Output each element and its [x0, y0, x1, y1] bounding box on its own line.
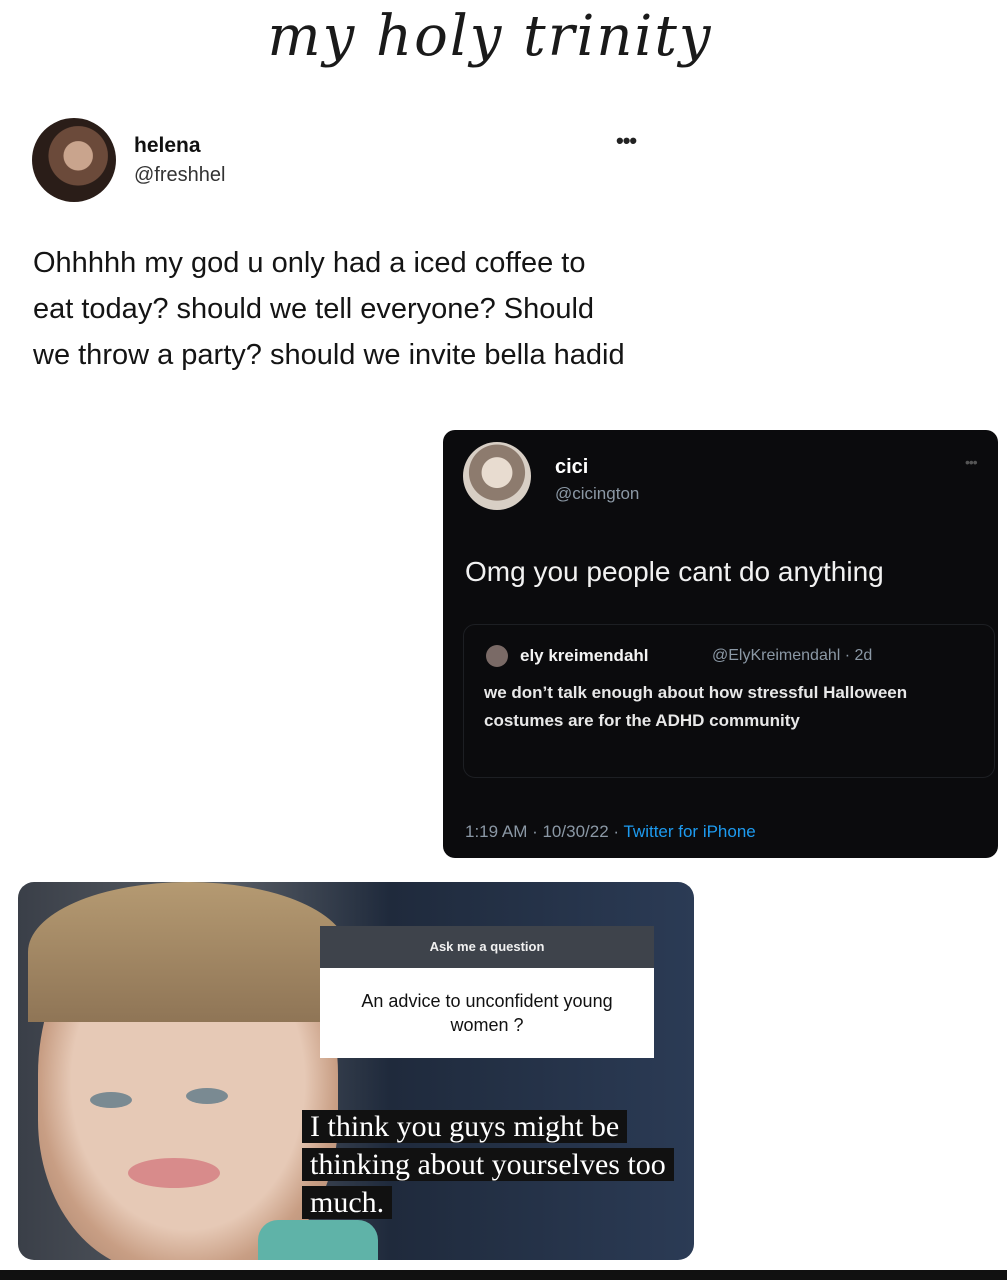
- answer-caption: I think you guys might be thinking about…: [302, 1108, 674, 1222]
- question-sticker-header: Ask me a question: [320, 926, 654, 968]
- tweet-text: Omg you people cant do anything: [465, 556, 884, 587]
- avatar: [486, 645, 508, 667]
- tweet-author-name[interactable]: cici: [555, 456, 588, 479]
- question-text: An advice to unconfident young women ?: [361, 991, 613, 1035]
- meme-title: my holy trinity: [267, 4, 713, 69]
- tweet-author-name[interactable]: helena: [134, 134, 201, 158]
- more-options-icon[interactable]: •••: [616, 128, 637, 154]
- quoted-tweet[interactable]: ely kreimendahl @ElyKreimendahl · 2d we …: [463, 624, 995, 778]
- avatar[interactable]: [463, 442, 531, 510]
- shirt: [258, 1220, 378, 1260]
- tweet-author-handle[interactable]: @freshhel: [134, 164, 225, 187]
- eye: [186, 1088, 228, 1104]
- story-image: Ask me a question An advice to unconfide…: [18, 882, 694, 1260]
- quoted-handle-time: @ElyKreimendahl · 2d: [712, 647, 873, 664]
- avatar[interactable]: [32, 118, 116, 202]
- quoted-author-name: ely kreimendahl: [520, 646, 649, 665]
- tweet-source-link[interactable]: Twitter for iPhone: [623, 822, 755, 841]
- tweet-cici: cici @cicington ••• Omg you people cant …: [443, 430, 998, 858]
- mouth: [128, 1158, 220, 1188]
- answer-text: I think you guys might be thinking about…: [302, 1110, 674, 1219]
- tweet-footer: 1:19 AM · 10/30/22 · Twitter for iPhone: [465, 822, 756, 842]
- tweet-timestamp: 1:19 AM · 10/30/22 ·: [465, 822, 624, 841]
- eye: [90, 1092, 132, 1108]
- more-options-icon[interactable]: •••: [965, 454, 978, 470]
- question-sticker: An advice to unconfident young women ?: [320, 968, 654, 1058]
- quoted-text: we don’t talk enough about how stressful…: [484, 683, 908, 730]
- bottom-border: [0, 1270, 1007, 1280]
- hair: [28, 882, 348, 1022]
- tweet-author-handle[interactable]: @cicington: [555, 484, 639, 504]
- tweet-text: Ohhhhh my god u only had a iced coffee t…: [33, 247, 625, 371]
